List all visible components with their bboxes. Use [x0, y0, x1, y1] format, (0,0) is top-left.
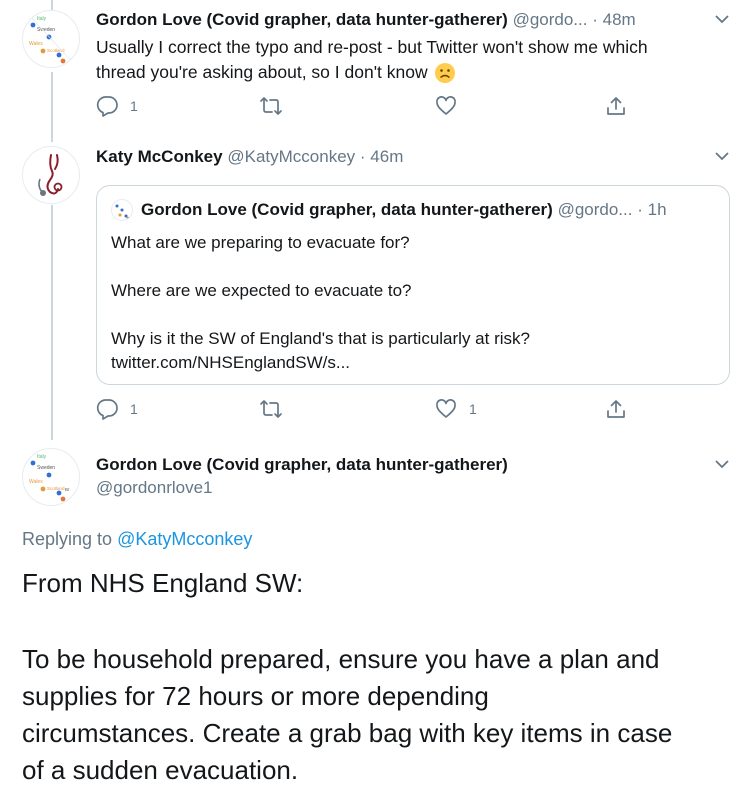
avatar-label-wales: Wales [29, 479, 43, 485]
share-button[interactable] [605, 398, 627, 420]
main-tweet-text-line: From NHS England SW: [22, 568, 304, 598]
reply-button[interactable]: 1 [96, 398, 138, 420]
avatar[interactable]: Italy Sweden Wales Scotland Br [22, 448, 80, 506]
reply-icon [96, 96, 118, 117]
avatar-label-scotland: Scotland [47, 486, 65, 491]
tweet-header: Katy McConkey @KatyMcconkey · 46m [96, 147, 403, 167]
handle[interactable]: @gordonrlove1 [96, 478, 508, 498]
reply-count: 1 [130, 98, 138, 114]
slightly-frowning-face-emoji [434, 62, 455, 83]
quote-separator: · [637, 200, 643, 219]
quoted-tweet[interactable]: Gordon Love (Covid grapher, data hunter-… [96, 185, 730, 385]
quote-timestamp: 1h [647, 200, 667, 219]
thread-line [51, 205, 53, 440]
quote-display-name: Gordon Love (Covid grapher, data hunter-… [141, 200, 553, 219]
quote-text-line: Why is it the SW of England's that is pa… [111, 329, 530, 348]
quote-text-line: What are we preparing to evacuate for? [111, 233, 410, 252]
chevron-down-icon[interactable] [712, 457, 732, 471]
timestamp[interactable]: 46m [370, 147, 403, 166]
separator: · [359, 147, 366, 166]
retweet-icon [260, 400, 282, 418]
avatar-label-italy: Italy [37, 454, 47, 460]
retweet-button[interactable] [259, 95, 283, 117]
like-button[interactable] [435, 95, 457, 117]
tweet-header: Gordon Love (Covid grapher, data hunter-… [96, 10, 636, 30]
reply-icon [96, 399, 118, 420]
share-button[interactable] [605, 95, 627, 117]
reply-button[interactable]: 1 [96, 95, 138, 117]
main-tweet-text-line: of a sudden evacuation. [22, 755, 299, 785]
like-icon [436, 96, 456, 115]
thread-line [51, 0, 53, 10]
tweet-actions: 1 [96, 95, 636, 123]
quote-header: Gordon Love (Covid grapher, data hunter-… [141, 200, 667, 220]
like-button[interactable]: 1 [435, 398, 477, 420]
tweet-text-line: Usually I correct the typo and re-post -… [96, 37, 648, 57]
display-name[interactable]: Gordon Love (Covid grapher, data hunter-… [96, 455, 508, 475]
display-name[interactable]: Katy McConkey [96, 147, 223, 166]
display-name[interactable]: Gordon Love (Covid grapher, data hunter-… [96, 10, 508, 29]
separator: · [592, 10, 598, 29]
share-icon [607, 400, 625, 418]
thread-line [51, 72, 53, 142]
avatar[interactable] [22, 146, 80, 204]
avatar-label-sweden: Sweden [37, 27, 55, 33]
avatar-label-br: Br [65, 487, 70, 492]
timestamp[interactable]: 48m [603, 10, 636, 29]
main-tweet-text-line: supplies for 72 hours or more depending [22, 681, 489, 711]
handle[interactable]: @KatyMcconkey [227, 147, 355, 166]
replying-to-prefix: Replying to [22, 529, 113, 549]
replying-to: Replying to @KatyMcconkey [22, 529, 252, 550]
quote-handle: @gordo... [557, 200, 633, 219]
reply-count: 1 [130, 401, 138, 417]
avatar-label-wales: Wales [29, 41, 43, 47]
tweet-actions: 1 1 [96, 398, 636, 426]
tweet-header: Gordon Love (Covid grapher, data hunter-… [96, 455, 508, 498]
avatar-label-sweden: Sweden [37, 465, 55, 471]
tweet-text-line-2: thread you're asking about, so I don't k… [96, 60, 716, 85]
chevron-down-icon[interactable] [712, 12, 732, 26]
like-icon [436, 399, 456, 418]
tweet-text: Usually I correct the typo and re-post -… [96, 35, 716, 85]
avatar-label-scotland: Scotland [47, 48, 65, 53]
quote-avatar [111, 199, 133, 221]
avatar-label-italy: Italy [37, 16, 47, 22]
chevron-down-icon[interactable] [712, 149, 732, 163]
avatar[interactable]: Italy Sweden Wales Scotland [22, 10, 80, 68]
like-count: 1 [469, 401, 477, 417]
replying-to-link[interactable]: @KatyMcconkey [117, 529, 252, 549]
quote-link: twitter.com/NHSEnglandSW/s... [111, 353, 351, 372]
share-icon [607, 97, 625, 115]
retweet-icon [260, 97, 282, 115]
main-tweet-text-line: To be household prepared, ensure you hav… [22, 644, 660, 674]
handle[interactable]: @gordo... [513, 10, 588, 29]
retweet-button[interactable] [259, 398, 283, 420]
main-tweet-text-line: circumstances. Create a grab bag with ke… [22, 718, 673, 748]
quote-text-line: Where are we expected to evacuate to? [111, 281, 412, 300]
